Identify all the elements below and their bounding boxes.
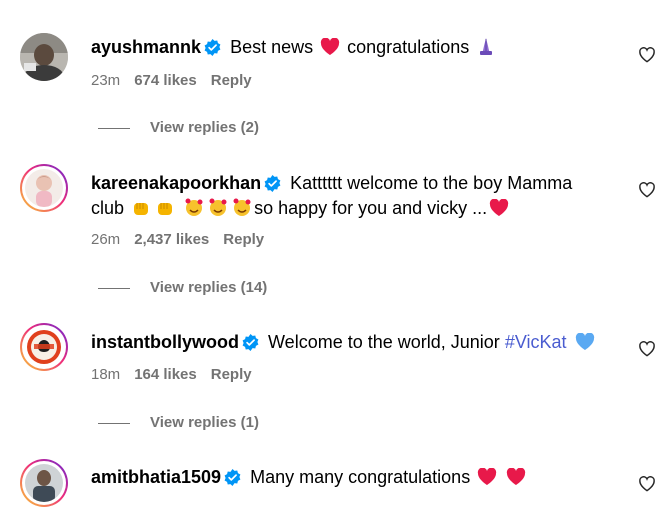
like-comment-button[interactable]: [638, 475, 656, 497]
reply-button[interactable]: Reply: [223, 231, 264, 248]
replies-divider: [98, 127, 130, 129]
comment-username[interactable]: instantbollywood: [91, 332, 239, 352]
replies-divider: [98, 287, 130, 289]
comment-text: kareenakapoorkhan Katttttt welcome to th…: [91, 171, 611, 221]
verified-badge-icon: [264, 175, 281, 192]
heart-outline-icon: [639, 341, 655, 357]
view-replies-button[interactable]: View replies (1): [98, 414, 259, 431]
verified-badge-icon: [204, 39, 221, 56]
comment-body-word: club: [91, 198, 125, 218]
comment-meta: 26m 2,437 likes Reply: [91, 231, 278, 248]
comment-text: amitbhatia1509 Many many congratulations: [91, 465, 611, 490]
smiling-hearts-emoji-icon: [209, 198, 227, 216]
heart-emoji-icon: [490, 199, 509, 216]
avatar[interactable]: [20, 459, 68, 507]
smiling-hearts-emoji-icon: [233, 198, 251, 216]
heart-emoji-icon: [507, 468, 526, 485]
avatar[interactable]: [20, 33, 68, 81]
like-comment-button[interactable]: [638, 181, 656, 203]
blue-heart-emoji-icon: [575, 333, 594, 350]
comment-username[interactable]: amitbhatia1509: [91, 467, 221, 487]
avatar-photo: [25, 464, 63, 502]
heart-outline-icon: [639, 47, 655, 63]
comment-body-line: Katttttt welcome to the boy Mamma: [290, 173, 573, 193]
comment-body-line: so happy for you and vicky ...: [254, 198, 488, 218]
fist-emoji-icon: [158, 203, 173, 215]
fist-emoji-icon: [134, 203, 149, 215]
avatar[interactable]: [20, 164, 68, 212]
heart-emoji-icon: [478, 468, 497, 485]
heart-outline-icon: [639, 182, 655, 198]
like-comment-button[interactable]: [638, 340, 656, 362]
replies-divider: [98, 422, 130, 424]
avatar[interactable]: [20, 323, 68, 371]
verified-badge-icon: [224, 469, 241, 486]
heart-emoji-icon: [320, 38, 340, 55]
avatar-photo: [25, 328, 63, 366]
comment-body: Welcome to the world, Junior: [268, 332, 500, 352]
comment-likes[interactable]: 674 likes: [134, 72, 197, 89]
comment-time: 23m: [91, 72, 121, 89]
comment-meta: 23m 674 likes Reply: [91, 72, 266, 89]
verified-badge-icon: [242, 334, 259, 351]
comment-meta: 18m 164 likes Reply: [91, 366, 266, 383]
comment-body-part: Best news: [230, 37, 314, 57]
folded-hands-emoji-icon: [480, 38, 493, 55]
hashtag-link[interactable]: #VicKat: [505, 332, 567, 352]
comment-text: ayushmannk Best news congratulations: [91, 35, 611, 60]
view-replies-label: View replies (2): [150, 119, 259, 136]
reply-button[interactable]: Reply: [211, 366, 252, 383]
view-replies-button[interactable]: View replies (2): [98, 119, 259, 136]
comment-text: instantbollywood Welcome to the world, J…: [91, 330, 611, 355]
comment-time: 18m: [91, 366, 121, 383]
like-comment-button[interactable]: [638, 46, 656, 68]
comment-likes[interactable]: 164 likes: [134, 366, 197, 383]
comment-username[interactable]: ayushmannk: [91, 37, 201, 57]
smiling-hearts-emoji-icon: [185, 198, 203, 216]
view-replies-label: View replies (14): [150, 279, 268, 296]
comment-body-part: congratulations: [347, 37, 470, 57]
view-replies-label: View replies (1): [150, 414, 259, 431]
comment-username[interactable]: kareenakapoorkhan: [91, 173, 261, 193]
heart-outline-icon: [639, 476, 655, 492]
view-replies-button[interactable]: View replies (14): [98, 279, 267, 296]
comment-body: Many many congratulations: [250, 467, 471, 487]
reply-button[interactable]: Reply: [211, 72, 252, 89]
avatar-photo: [20, 33, 68, 81]
comment-time: 26m: [91, 231, 121, 248]
comment-likes[interactable]: 2,437 likes: [134, 231, 209, 248]
avatar-photo: [25, 169, 63, 207]
